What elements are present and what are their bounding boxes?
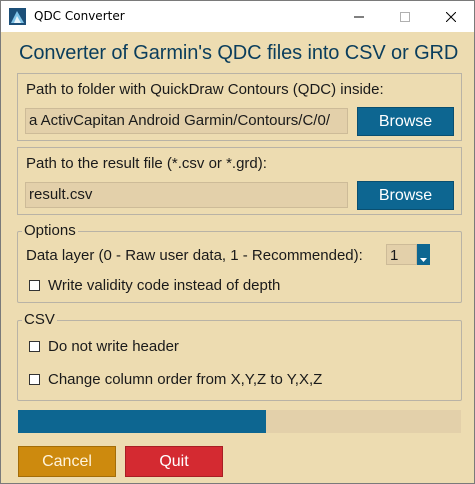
window-title: QDC Converter bbox=[34, 9, 125, 23]
maximize-icon bbox=[400, 11, 410, 22]
output-path-label: Path to the result file (*.csv or *.grd)… bbox=[26, 155, 267, 172]
cancel-button[interactable]: Cancel bbox=[18, 446, 116, 477]
app-icon bbox=[9, 8, 26, 25]
options-group-title: Options bbox=[22, 222, 78, 239]
close-button[interactable] bbox=[428, 1, 474, 32]
input-browse-button[interactable]: Browse bbox=[357, 107, 454, 136]
column-order-checkbox[interactable] bbox=[29, 374, 40, 385]
progress-bar bbox=[18, 410, 461, 433]
minimize-button[interactable] bbox=[336, 1, 382, 32]
data-layer-select[interactable]: 1 bbox=[386, 244, 417, 265]
no-header-checkbox[interactable] bbox=[29, 341, 40, 352]
app-window: QDC Converter Converter of Garmin's QDC … bbox=[0, 0, 475, 484]
output-browse-button[interactable]: Browse bbox=[357, 181, 454, 210]
chevron-down-icon bbox=[420, 258, 427, 262]
output-path-field[interactable]: result.csv bbox=[25, 182, 348, 208]
column-order-label: Change column order from X,Y,Z to Y,X,Z bbox=[48, 371, 323, 388]
validity-code-label: Write validity code instead of depth bbox=[48, 277, 281, 294]
maximize-button[interactable] bbox=[382, 1, 428, 32]
output-path-panel: Path to the result file (*.csv or *.grd)… bbox=[17, 147, 462, 215]
progress-bar-fill bbox=[18, 410, 266, 433]
input-path-label: Path to folder with QuickDraw Contours (… bbox=[26, 81, 384, 98]
page-title: Converter of Garmin's QDC files into CSV… bbox=[19, 42, 459, 64]
data-layer-label: Data layer (0 - Raw user data, 1 - Recom… bbox=[26, 247, 363, 264]
csv-group bbox=[17, 320, 462, 401]
data-layer-dropdown-button[interactable] bbox=[417, 244, 430, 265]
input-path-panel: Path to folder with QuickDraw Contours (… bbox=[17, 73, 462, 141]
quit-button[interactable]: Quit bbox=[125, 446, 223, 477]
no-header-label: Do not write header bbox=[48, 338, 179, 355]
title-bar[interactable]: QDC Converter bbox=[1, 1, 474, 32]
validity-code-checkbox[interactable] bbox=[29, 280, 40, 291]
csv-group-title: CSV bbox=[22, 311, 57, 328]
minimize-icon bbox=[354, 16, 364, 17]
input-path-field[interactable]: a ActivCapitan Android Garmin/Contours/C… bbox=[25, 108, 348, 134]
close-icon bbox=[446, 11, 456, 22]
